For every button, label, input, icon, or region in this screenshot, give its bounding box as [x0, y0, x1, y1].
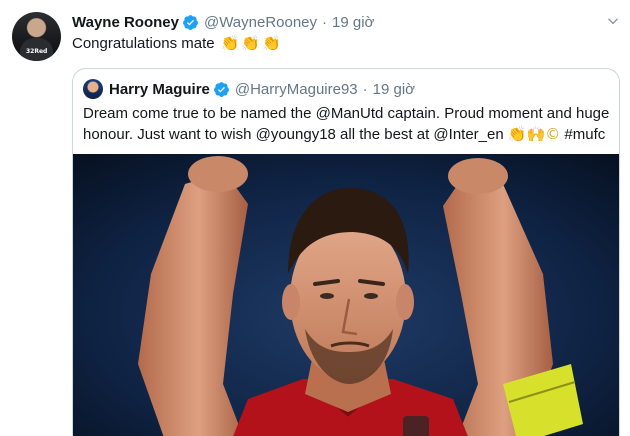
clap-emoji-icon: 👏	[241, 34, 260, 52]
quoted-tweet[interactable]: Harry Maguire @HarryMaguire93 · 19 giờ D…	[72, 68, 620, 436]
author-name[interactable]: Wayne Rooney	[72, 14, 179, 31]
quoted-author-handle[interactable]: @HarryMaguire93	[235, 81, 358, 98]
timestamp[interactable]: 19 giờ	[332, 14, 374, 31]
quoted-timestamp[interactable]: 19 giờ	[373, 81, 415, 98]
tweet-text-content: Congratulations mate	[72, 34, 215, 52]
separator-dot: ·	[322, 13, 328, 31]
emoji-group-icon: 👏🙌©	[507, 125, 561, 143]
verified-badge-icon	[213, 81, 229, 97]
quoted-text-line-2-content: honour. Just want to wish @youngy18 all …	[83, 126, 504, 143]
quoted-text-line-2: honour. Just want to wish @youngy18 all …	[83, 124, 613, 145]
verified-badge-icon	[183, 14, 198, 30]
chevron-down-icon[interactable]	[606, 14, 620, 28]
quoted-author-name[interactable]: Harry Maguire	[109, 81, 210, 98]
clap-emoji-icon: 👏	[261, 34, 281, 52]
avatar[interactable]: 32Red	[12, 12, 61, 61]
tweet-text: Congratulations mate 👏 👏 👏	[72, 34, 281, 52]
quoted-avatar[interactable]	[83, 79, 103, 99]
quoted-text-line-1: Dream come true to be named the @ManUtd …	[83, 105, 610, 122]
hashtag-link[interactable]: #mufc	[564, 126, 605, 143]
clap-emoji-icon: 👏	[220, 34, 240, 52]
avatar-sponsor-text: 32Red	[26, 48, 48, 55]
separator-dot: ·	[362, 80, 368, 98]
quoted-tweet-text: Dream come true to be named the @ManUtd …	[83, 104, 613, 145]
quoted-photo[interactable]	[73, 154, 619, 436]
author-handle[interactable]: @WayneRooney	[204, 14, 317, 31]
player-photo-illustration	[73, 154, 619, 436]
tweet[interactable]: 32Red Wayne Rooney @WayneRooney · 19 giờ…	[0, 0, 630, 436]
quoted-tweet-header: Harry Maguire @HarryMaguire93 · 19 giờ	[109, 78, 415, 100]
tweet-header: Wayne Rooney @WayneRooney · 19 giờ	[72, 12, 374, 32]
